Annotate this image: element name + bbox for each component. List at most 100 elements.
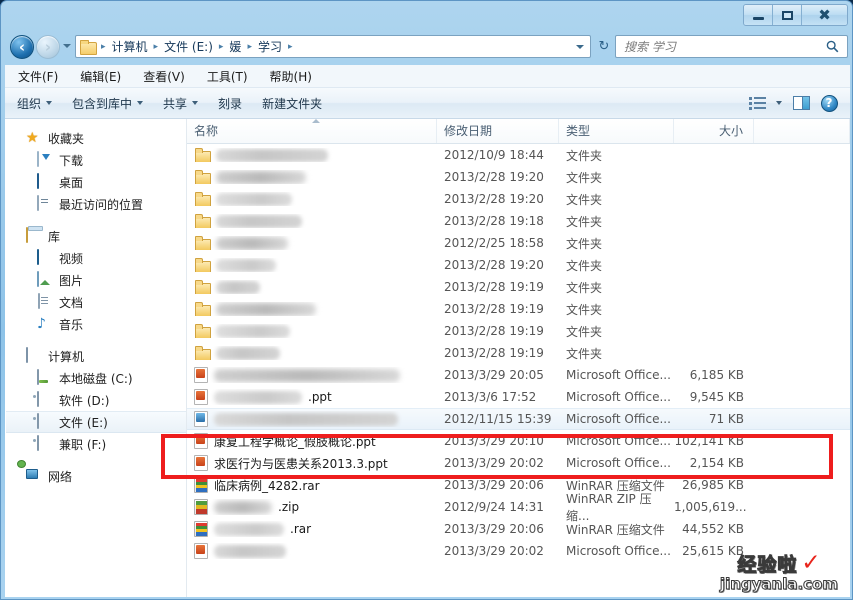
table-row[interactable]: 2013/2/28 19:18 文件夹 <box>187 210 850 232</box>
menu-file[interactable]: 文件(F) <box>9 66 67 87</box>
table-row[interactable]: .ppt 2013/3/6 17:52 Microsoft Office... 9,5… <box>187 386 850 408</box>
breadcrumb-item-study[interactable]: 学习 <box>255 37 285 56</box>
new-folder-label: 新建文件夹 <box>262 96 323 111</box>
sidebar-item-recent-places[interactable]: 最近访问的位置 <box>6 193 186 215</box>
sidebar-item-favorites[interactable]: ★ 收藏夹 <box>6 127 186 149</box>
star-icon: ★ <box>26 130 39 146</box>
sidebar-item-libraries[interactable]: 库 <box>6 225 186 247</box>
change-view-dropdown[interactable] <box>772 92 786 114</box>
history-dropdown-icon[interactable] <box>63 44 71 48</box>
file-list-pane[interactable]: 名称 修改日期 类型 大小 2012/10/9 18:44 文件夹 2013/2/2… <box>187 119 850 597</box>
change-view-button[interactable] <box>744 92 770 114</box>
column-header-date[interactable]: 修改日期 <box>437 119 559 143</box>
file-date-cell: 2013/2/28 19:19 <box>444 346 544 360</box>
table-row[interactable]: 2012/2/25 18:58 文件夹 <box>187 232 850 254</box>
file-type-cell: WinRAR 压缩文件 <box>566 522 665 537</box>
sidebar-item-videos[interactable]: 视频 <box>6 247 186 269</box>
breadcrumb-item-drive-e[interactable]: 文件 (E:) <box>161 37 216 56</box>
table-row[interactable]: 2013/2/28 19:20 文件夹 <box>187 166 850 188</box>
sidebar-item-downloads[interactable]: 下载 <box>6 149 186 171</box>
navigation-pane[interactable]: ★ 收藏夹 下载 桌面 最近访问的位置 库 视频 图片 文档 ♪ 音乐 计算机 … <box>6 119 187 597</box>
table-row[interactable]: 2013/2/28 19:19 文件夹 <box>187 320 850 342</box>
table-row[interactable]: 2013/3/29 20:05 Microsoft Office... 6,185 … <box>187 364 850 386</box>
table-row[interactable]: 2013/2/28 19:19 文件夹 <box>187 276 850 298</box>
search-box[interactable]: 搜索 学习 <box>615 35 848 58</box>
organize-button[interactable]: 组织 <box>9 91 60 116</box>
menu-view[interactable]: 查看(V) <box>134 66 194 87</box>
maximize-icon <box>781 10 793 20</box>
redacted-filename <box>214 368 400 382</box>
file-name-cell <box>187 236 437 250</box>
redacted-filename <box>214 522 284 536</box>
maximize-button[interactable] <box>773 5 802 25</box>
forward-button[interactable]: › <box>36 35 60 59</box>
share-button[interactable]: 共享 <box>155 91 206 116</box>
file-date-cell: 2013/3/29 20:05 <box>444 368 544 382</box>
address-bar-row: ‹ › ▸ 计算机 ▸ 文件 (E:) ▸ 媛 ▸ 学习 ▸ ↻ 搜索 学习 <box>1 30 852 63</box>
file-name-cell <box>187 214 437 228</box>
sidebar-item-drive-e[interactable]: 文件 (E:) <box>6 411 186 433</box>
sidebar-item-local-disk-c[interactable]: 本地磁盘 (C:) <box>6 367 186 389</box>
table-row[interactable]: .zip 2012/9/24 14:31 WinRAR ZIP 压缩... 1,005… <box>187 492 850 523</box>
sidebar-item-music[interactable]: ♪ 音乐 <box>6 313 186 335</box>
breadcrumb-item-yuan[interactable]: 媛 <box>226 37 244 56</box>
breadcrumb[interactable]: ▸ 计算机 ▸ 文件 (E:) ▸ 媛 ▸ 学习 ▸ <box>75 35 591 58</box>
new-folder-button[interactable]: 新建文件夹 <box>254 91 330 116</box>
file-name-label: .rar <box>290 522 312 536</box>
file-name-cell <box>187 346 437 360</box>
table-row[interactable]: 2013/2/28 19:19 文件夹 <box>187 342 850 364</box>
sidebar-item-desktop[interactable]: 桌面 <box>6 171 186 193</box>
file-type-cell: 文件夹 <box>566 148 603 163</box>
column-header-type-label: 类型 <box>566 124 591 138</box>
sidebar-item-drive-d[interactable]: 软件 (D:) <box>6 389 186 411</box>
views-list-icon <box>748 96 766 110</box>
file-date-cell: 2013/2/28 19:20 <box>444 170 544 184</box>
menu-tools[interactable]: 工具(T) <box>198 66 257 87</box>
documents-icon <box>37 293 53 310</box>
table-row[interactable]: 2012/10/9 18:44 文件夹 <box>187 144 850 166</box>
file-size-cell: 44,552 KB <box>682 522 744 536</box>
table-row[interactable]: 2013/2/28 19:20 文件夹 <box>187 254 850 276</box>
sidebar-item-drive-f[interactable]: 兼职 (F:) <box>6 433 186 455</box>
burn-button[interactable]: 刻录 <box>210 91 250 116</box>
ppt-icon <box>194 455 208 471</box>
menu-edit[interactable]: 编辑(E) <box>71 66 130 87</box>
breadcrumb-dropdown-icon[interactable] <box>576 44 584 49</box>
sidebar-item-pictures[interactable]: 图片 <box>6 269 186 291</box>
search-input[interactable]: 搜索 学习 <box>616 38 826 55</box>
table-row[interactable]: 2013/3/29 20:02 Microsoft Office... 25,615… <box>187 540 850 562</box>
file-name-cell <box>187 148 437 162</box>
search-icon <box>826 40 839 53</box>
include-in-library-button[interactable]: 包含到库中 <box>64 91 151 116</box>
table-row[interactable]: 康复工程学概论_假肢概论.ppt 2013/3/29 20:10 Microsoft… <box>187 430 850 452</box>
refresh-icon: ↻ <box>598 39 610 54</box>
column-header-size[interactable]: 大小 <box>674 119 754 143</box>
table-row[interactable]: 2012/11/15 15:39 Microsoft Office... 71 KB <box>187 408 850 430</box>
file-name-cell <box>187 324 437 338</box>
preview-pane-button[interactable] <box>788 92 814 114</box>
file-type-cell: 文件夹 <box>566 192 603 207</box>
share-label: 共享 <box>163 96 188 111</box>
table-row[interactable]: 临床病例_4282.rar 2013/3/29 20:06 WinRAR 压缩文件 2… <box>187 474 850 496</box>
table-row[interactable]: .rar 2013/3/29 20:06 WinRAR 压缩文件 44,552 KB <box>187 518 850 540</box>
sidebar-item-documents[interactable]: 文档 <box>6 291 186 313</box>
table-row[interactable]: 2013/2/28 19:19 文件夹 <box>187 298 850 320</box>
table-row[interactable]: 2013/2/28 19:20 文件夹 <box>187 188 850 210</box>
redacted-filename <box>216 214 302 228</box>
minimize-button[interactable] <box>744 5 773 25</box>
file-type-cell: 文件夹 <box>566 302 603 317</box>
menu-help[interactable]: 帮助(H) <box>261 66 321 87</box>
refresh-button[interactable]: ↻ <box>594 37 614 56</box>
help-button[interactable]: ? <box>816 92 842 114</box>
redacted-filename <box>216 280 260 294</box>
file-name-cell <box>187 170 437 184</box>
table-row[interactable]: 求医行为与医患关系2013.3.ppt 2013/3/29 20:02 Micros… <box>187 452 850 474</box>
sidebar-item-computer[interactable]: 计算机 <box>6 345 186 367</box>
column-header-type[interactable]: 类型 <box>559 119 674 143</box>
back-button[interactable]: ‹ <box>10 35 34 59</box>
column-header-name[interactable]: 名称 <box>187 119 437 143</box>
sidebar-item-network[interactable]: 网络 <box>6 465 186 487</box>
close-button[interactable]: ✖ <box>802 5 847 25</box>
file-name-label: 康复工程学概论_假肢概论.ppt <box>214 434 376 449</box>
breadcrumb-item-computer[interactable]: 计算机 <box>109 37 151 56</box>
